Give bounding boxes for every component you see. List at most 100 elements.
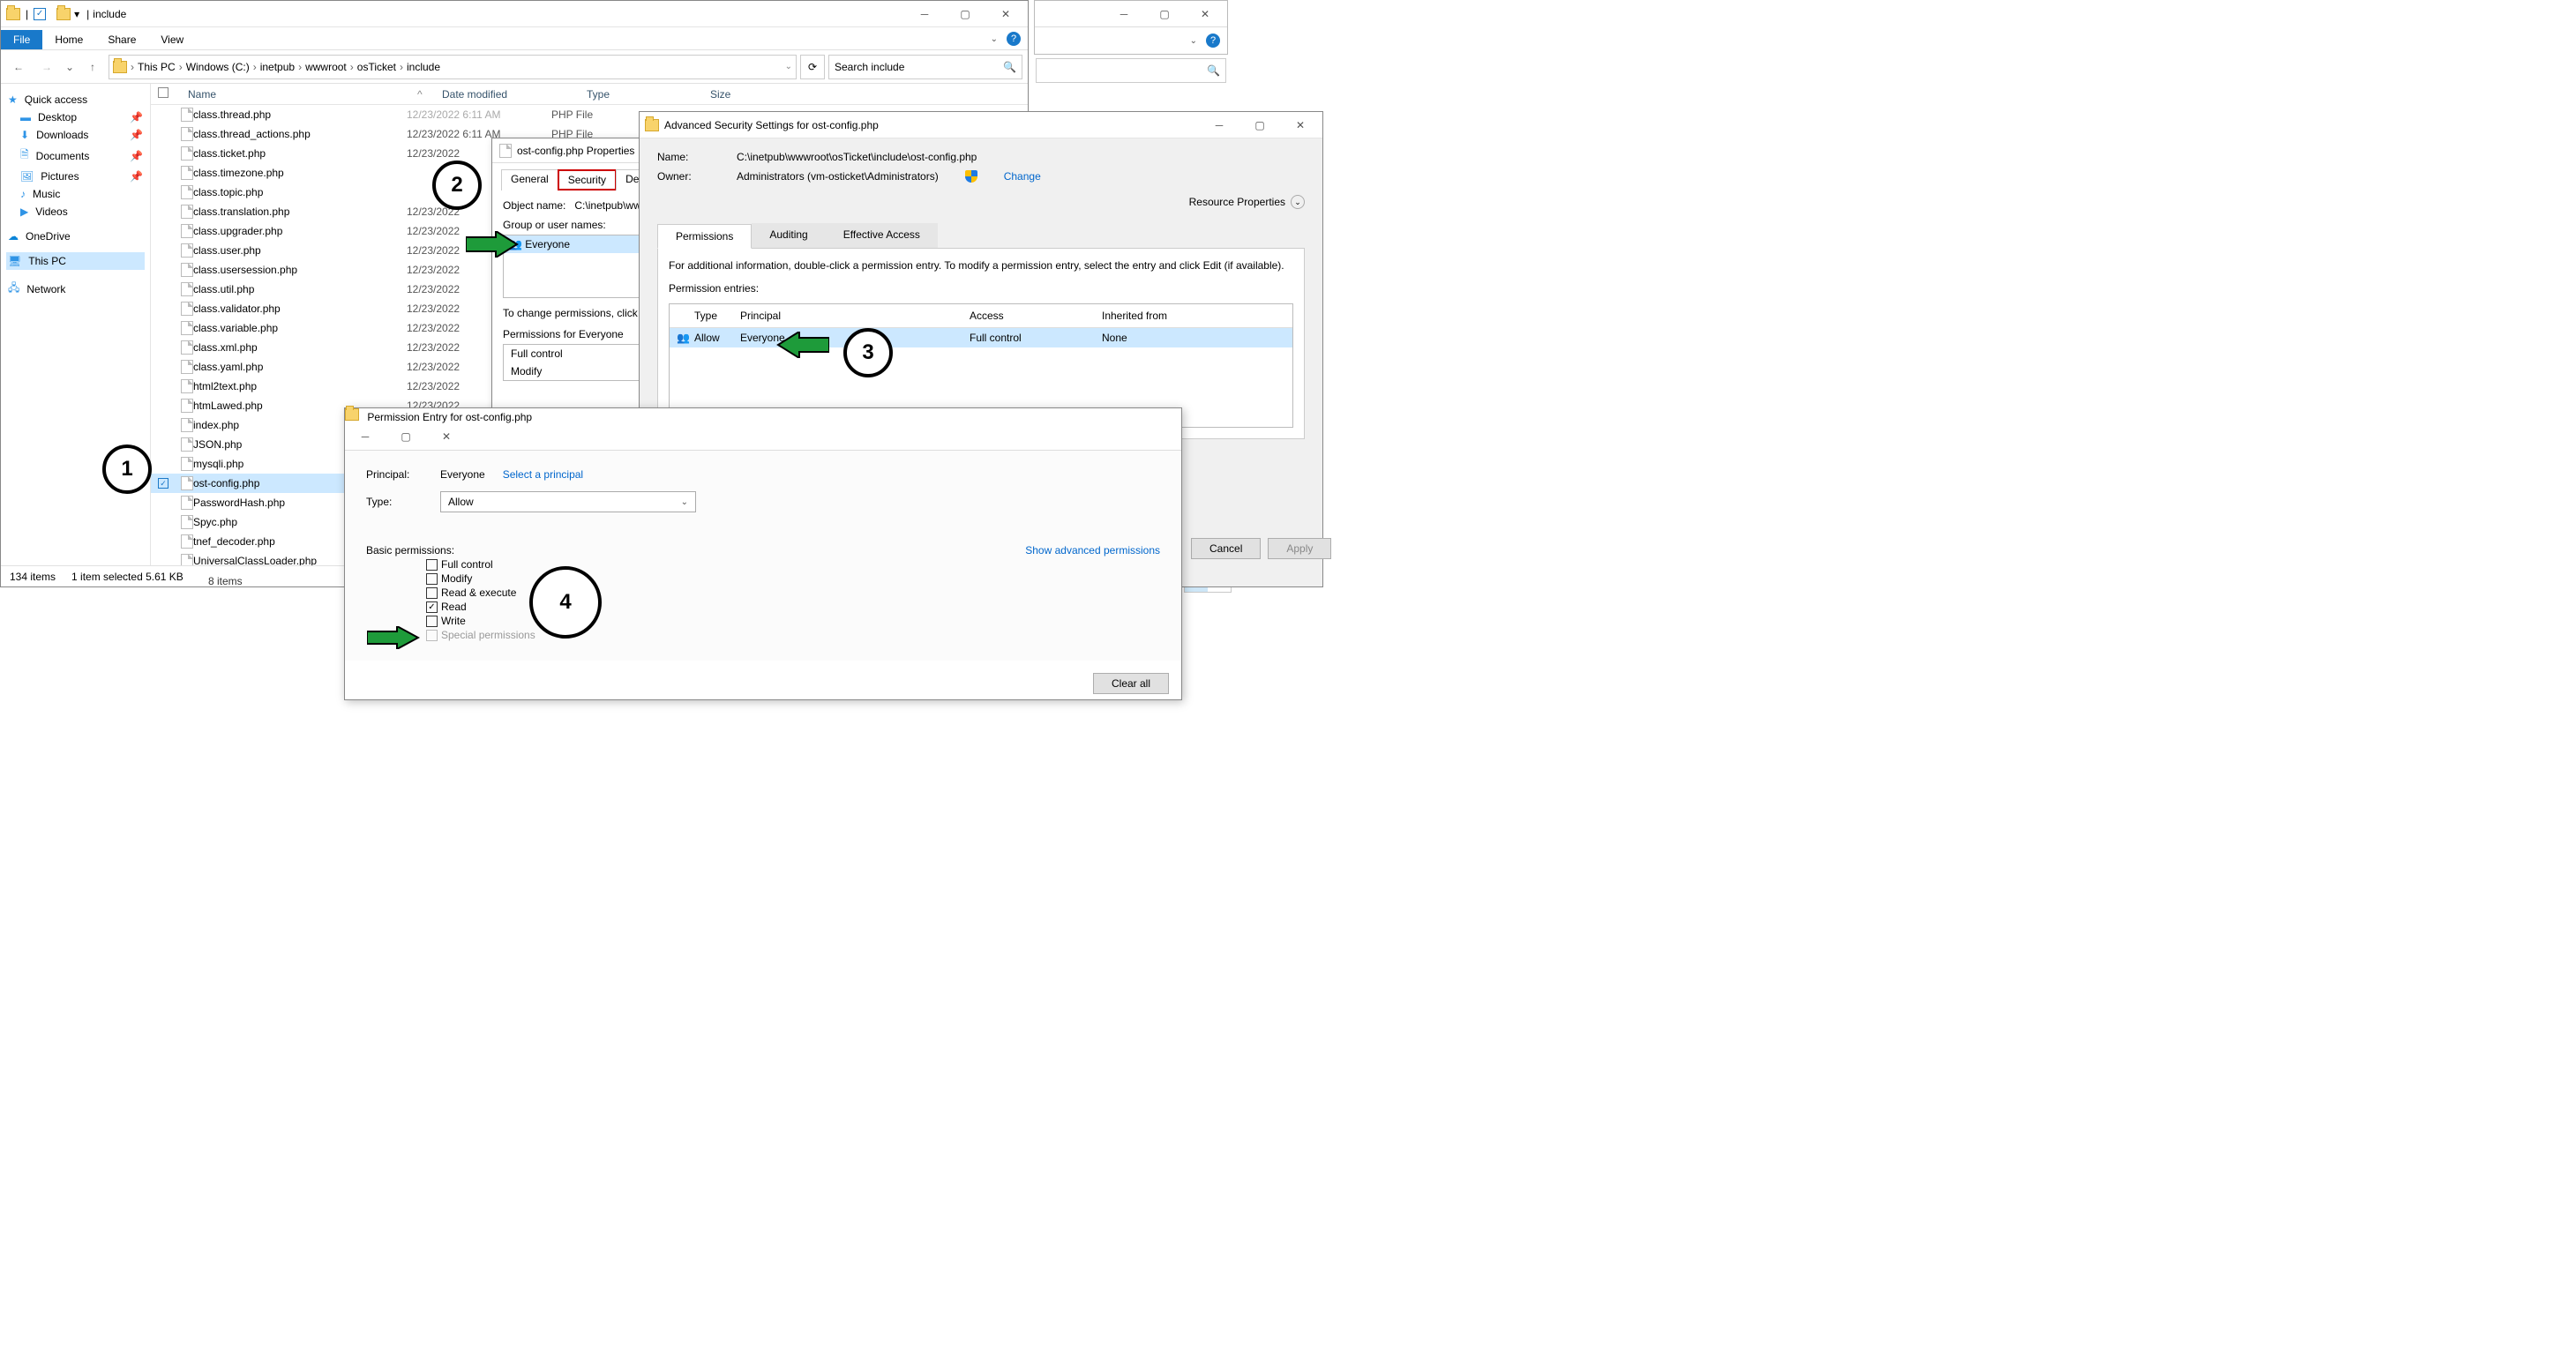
pe-type-label: Type:	[366, 496, 423, 508]
refresh-button[interactable]: ⟳	[800, 55, 825, 79]
search-input[interactable]: Search include 🔍	[828, 55, 1022, 79]
php-file-icon	[181, 263, 193, 277]
bg-chevron-down-icon[interactable]: ⌄	[1190, 36, 1197, 46]
chevron-down-icon[interactable]: ⌄	[1291, 195, 1305, 209]
nav-recent-button[interactable]: ⌄	[63, 55, 77, 79]
network-icon: 🖧	[8, 280, 19, 298]
pe-show-advanced-link[interactable]: Show advanced permissions	[1025, 544, 1160, 556]
adv-tab-permissions[interactable]: Permissions	[657, 224, 752, 249]
qat-checkbox-icon[interactable]: ✓	[34, 8, 46, 20]
nav-videos[interactable]: ▶Videos	[6, 203, 145, 220]
ribbon-tab-file[interactable]: File	[1, 30, 42, 49]
breadcrumb-item[interactable]: include	[407, 61, 440, 73]
pe-perm-full[interactable]: Full control	[426, 558, 1160, 571]
col-size[interactable]: Size	[703, 88, 809, 101]
nav-forward-button[interactable]: →	[34, 55, 59, 79]
nav-up-button[interactable]: ↑	[80, 55, 105, 79]
pe-maximize-button[interactable]: ▢	[386, 423, 426, 450]
adv-name-value: C:\inetpub\wwwroot\osTicket\include\ost-…	[737, 151, 977, 163]
pe-select-principal-link[interactable]: Select a principal	[503, 468, 583, 481]
php-file-icon	[181, 496, 193, 510]
nav-this-pc[interactable]: 🖥This PC	[6, 252, 145, 270]
help-icon[interactable]: ?	[1007, 32, 1021, 46]
file-name: class.yaml.php	[193, 361, 407, 373]
checkbox-icon[interactable]	[426, 616, 438, 627]
pt-col-inherited[interactable]: Inherited from	[1102, 310, 1234, 322]
nav-onedrive[interactable]: ☁OneDrive	[6, 228, 145, 245]
pe-principal-label: Principal:	[366, 468, 423, 481]
tab-security[interactable]: Security	[558, 169, 617, 190]
adv-title: Advanced Security Settings for ost-confi…	[664, 119, 1199, 131]
adv-tabs: Permissions Auditing Effective Access	[657, 223, 1305, 249]
file-name: class.ticket.php	[193, 147, 407, 160]
nav-network[interactable]: 🖧Network	[6, 277, 145, 301]
col-type[interactable]: Type	[580, 88, 703, 101]
pt-col-access[interactable]: Access	[970, 310, 1102, 322]
nav-documents[interactable]: 🗎Documents📌	[6, 144, 145, 168]
file-name: class.xml.php	[193, 341, 407, 354]
adv-tab-effective[interactable]: Effective Access	[826, 223, 938, 248]
col-name[interactable]: Name	[181, 88, 417, 101]
nav-quick-access[interactable]: ★Quick access	[6, 91, 145, 108]
breadcrumb[interactable]: › This PC› Windows (C:)› inetpub› wwwroo…	[109, 55, 797, 79]
checkbox-icon[interactable]	[426, 559, 438, 571]
php-file-icon	[181, 146, 193, 161]
file-name: class.translation.php	[193, 205, 407, 218]
breadcrumb-item[interactable]: Windows (C:)	[186, 61, 250, 73]
pt-col-type[interactable]: Type	[694, 310, 740, 322]
pe-close-button[interactable]: ✕	[426, 423, 467, 450]
bg-search-input[interactable]: 🔍	[1036, 58, 1226, 83]
bg-maximize-button[interactable]: ▢	[1144, 1, 1185, 27]
nav-pictures[interactable]: 🖼Pictures📌	[6, 168, 145, 185]
breadcrumb-dropdown-icon[interactable]: ⌄	[785, 62, 792, 71]
nav-desktop[interactable]: ▬Desktop📌	[6, 108, 145, 126]
folder-icon	[345, 408, 359, 421]
breadcrumb-item[interactable]: wwwroot	[305, 61, 347, 73]
nav-music[interactable]: ♪Music	[6, 185, 145, 203]
bg-close-button[interactable]: ✕	[1185, 1, 1225, 27]
bg-minimize-button[interactable]: ─	[1104, 1, 1144, 27]
file-date: 12/23/2022 6:11 AM	[407, 108, 551, 121]
select-all-checkbox[interactable]	[158, 87, 168, 98]
qat-folder-icon[interactable]	[56, 8, 71, 20]
close-button[interactable]: ✕	[985, 1, 1026, 27]
breadcrumb-item[interactable]: inetpub	[260, 61, 295, 73]
sort-indicator-icon: ^	[417, 88, 435, 101]
col-date[interactable]: Date modified	[435, 88, 580, 101]
tab-general[interactable]: General	[501, 169, 558, 190]
adv-maximize-button[interactable]: ▢	[1239, 112, 1280, 138]
checkbox-checked-icon[interactable]: ✓	[426, 601, 438, 613]
file-name: class.thread.php	[193, 108, 407, 121]
file-checkbox-checked-icon[interactable]: ✓	[158, 478, 168, 489]
bg-help-icon[interactable]: ?	[1206, 34, 1220, 48]
minimize-button[interactable]: ─	[904, 1, 945, 27]
adv-name-label: Name:	[657, 151, 710, 163]
pe-type-select[interactable]: Allow ⌄	[440, 491, 696, 512]
file-name: class.variable.php	[193, 322, 407, 334]
checkbox-icon[interactable]	[426, 573, 438, 585]
adv-change-link[interactable]: Change	[1004, 170, 1041, 183]
ribbon-tab-share[interactable]: Share	[95, 30, 148, 49]
breadcrumb-item[interactable]: This PC	[138, 61, 176, 73]
adv-close-button[interactable]: ✕	[1280, 112, 1321, 138]
pe-minimize-button[interactable]: ─	[345, 423, 386, 450]
resource-properties-link[interactable]: Resource Properties	[1189, 196, 1285, 208]
breadcrumb-item[interactable]: osTicket	[357, 61, 396, 73]
adv-titlebar: Advanced Security Settings for ost-confi…	[640, 112, 1322, 138]
adv-apply-button[interactable]: Apply	[1268, 538, 1331, 559]
pe-clear-all-button[interactable]: Clear all	[1093, 673, 1169, 694]
adv-tab-auditing[interactable]: Auditing	[752, 223, 825, 248]
adv-minimize-button[interactable]: ─	[1199, 112, 1239, 138]
nav-downloads[interactable]: ⬇Downloads📌	[6, 126, 145, 144]
checkbox-icon[interactable]	[426, 587, 438, 599]
permission-entry-row[interactable]: 👥 Allow Everyone Full control None	[670, 328, 1292, 347]
php-file-icon	[181, 457, 193, 471]
ribbon-tab-view[interactable]: View	[148, 30, 196, 49]
adv-cancel-button[interactable]: Cancel	[1191, 538, 1261, 559]
ribbon-chevron-icon[interactable]: ⌄	[991, 34, 998, 44]
nav-back-button[interactable]: ←	[6, 55, 31, 79]
ribbon-tab-home[interactable]: Home	[42, 30, 95, 49]
pt-col-principal[interactable]: Principal	[740, 310, 970, 322]
file-name: class.user.php	[193, 244, 407, 257]
maximize-button[interactable]: ▢	[945, 1, 985, 27]
